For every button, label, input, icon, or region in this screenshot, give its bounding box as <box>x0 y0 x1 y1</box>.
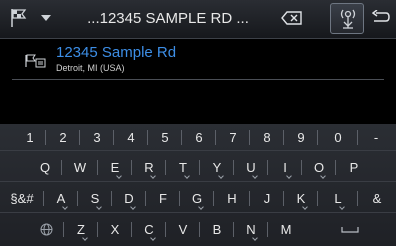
key-p[interactable]: P <box>336 156 372 179</box>
key-q[interactable]: Q <box>28 156 62 179</box>
flag-icon <box>11 9 27 27</box>
key-k[interactable]: K <box>284 187 318 210</box>
suggestion-address: 12345 Sample Rd <box>56 44 177 61</box>
key-e[interactable]: E <box>98 156 132 179</box>
backspace-icon <box>281 11 302 25</box>
key-label: 6 <box>195 130 203 145</box>
key-1[interactable]: 1 <box>14 126 46 149</box>
key-3[interactable]: 3 <box>80 126 114 149</box>
key-label: Q <box>39 160 51 175</box>
key-label: 4 <box>127 130 135 145</box>
key-x[interactable]: X <box>98 218 132 241</box>
keyboard-row-zxcv: Z X C V B N M <box>0 218 396 241</box>
key-label: 2 <box>59 130 67 145</box>
key-4[interactable]: 4 <box>114 126 148 149</box>
key-d[interactable]: D <box>112 187 146 210</box>
destination-input-bar: ...12345 SAMPLE RD ... <box>0 0 396 39</box>
language-key[interactable] <box>28 218 64 241</box>
key-label: P <box>349 160 359 175</box>
navigation-destination-entry-screen: ...12345 SAMPLE RD ... 12345 Sample Rd D… <box>0 0 396 246</box>
suggestion-city: Detroit, MI (USA) <box>56 63 125 73</box>
key-label: 7 <box>229 130 237 145</box>
key-6[interactable]: 6 <box>182 126 216 149</box>
backspace-button[interactable] <box>264 4 320 33</box>
key-label: B <box>212 222 222 237</box>
key-symbols[interactable]: §&# <box>0 187 44 210</box>
on-screen-keyboard: 1 2 3 4 5 6 7 8 9 0 - Q W E R T Y U I O … <box>0 124 396 246</box>
key-w[interactable]: W <box>62 156 98 179</box>
key-label: 0 <box>334 130 342 145</box>
key-2[interactable]: 2 <box>46 126 80 149</box>
key-c[interactable]: C <box>132 218 166 241</box>
key-label: J <box>263 191 271 206</box>
back-button[interactable] <box>368 4 394 33</box>
chevron-down-icon <box>41 15 51 21</box>
key-n[interactable]: N <box>234 218 268 241</box>
globe-icon <box>40 223 53 236</box>
key-label: X <box>110 222 120 237</box>
key-ampersand[interactable]: & <box>358 187 396 210</box>
keyboard-row-qwerty: Q W E R T Y U I O P <box>0 156 396 179</box>
destination-flag-icon <box>25 54 46 68</box>
destination-input-value: ...12345 SAMPLE RD ... <box>87 10 249 27</box>
key-u[interactable]: U <box>234 156 268 179</box>
back-arrow-icon <box>372 10 390 22</box>
key-label: V <box>178 222 188 237</box>
key-t[interactable]: T <box>166 156 200 179</box>
key-m[interactable]: M <box>268 218 304 241</box>
key-f[interactable]: F <box>146 187 180 210</box>
key-label: H <box>227 191 237 206</box>
key-8[interactable]: 8 <box>250 126 284 149</box>
space-bar-icon <box>341 227 359 233</box>
key-s[interactable]: S <box>78 187 112 210</box>
key-label: 1 <box>26 130 34 145</box>
key-o[interactable]: O <box>302 156 336 179</box>
key-label: §&# <box>10 191 34 206</box>
key-z[interactable]: Z <box>64 218 98 241</box>
key-b[interactable]: B <box>200 218 234 241</box>
key-v[interactable]: V <box>166 218 200 241</box>
key-label: I <box>283 160 287 175</box>
result-divider <box>12 79 384 80</box>
voice-destination-icon <box>340 9 356 29</box>
key-j[interactable]: J <box>250 187 284 210</box>
key-7[interactable]: 7 <box>216 126 250 149</box>
key-label: 5 <box>161 130 169 145</box>
key-a[interactable]: A <box>44 187 78 210</box>
key-0[interactable]: 0 <box>318 126 358 149</box>
keyboard-row-asdf: §&# A S D F G H J K L & <box>0 187 396 210</box>
key-label: 3 <box>93 130 101 145</box>
key-label: W <box>73 160 87 175</box>
destination-input-field[interactable]: ...12345 SAMPLE RD ... <box>84 5 252 32</box>
keyboard-row-numbers: 1 2 3 4 5 6 7 8 9 0 - <box>0 126 396 149</box>
key-label: M <box>280 222 292 237</box>
key-g[interactable]: G <box>180 187 214 210</box>
destination-type-dropdown[interactable] <box>2 4 80 33</box>
destination-suggestion[interactable]: 12345 Sample Rd Detroit, MI (USA) <box>0 39 396 79</box>
space-key[interactable] <box>324 218 376 241</box>
key-r[interactable]: R <box>132 156 166 179</box>
key-l[interactable]: L <box>318 187 358 210</box>
key-label: 8 <box>263 130 271 145</box>
voice-destination-button[interactable] <box>330 3 364 34</box>
key-label: F <box>159 191 167 206</box>
key-9[interactable]: 9 <box>284 126 318 149</box>
key-label: & <box>372 191 382 206</box>
key-y[interactable]: Y <box>200 156 234 179</box>
key-i[interactable]: I <box>268 156 302 179</box>
key-hyphen[interactable]: - <box>358 126 394 149</box>
key-5[interactable]: 5 <box>148 126 182 149</box>
key-label: - <box>373 130 379 145</box>
key-label: 9 <box>297 130 305 145</box>
key-h[interactable]: H <box>214 187 250 210</box>
